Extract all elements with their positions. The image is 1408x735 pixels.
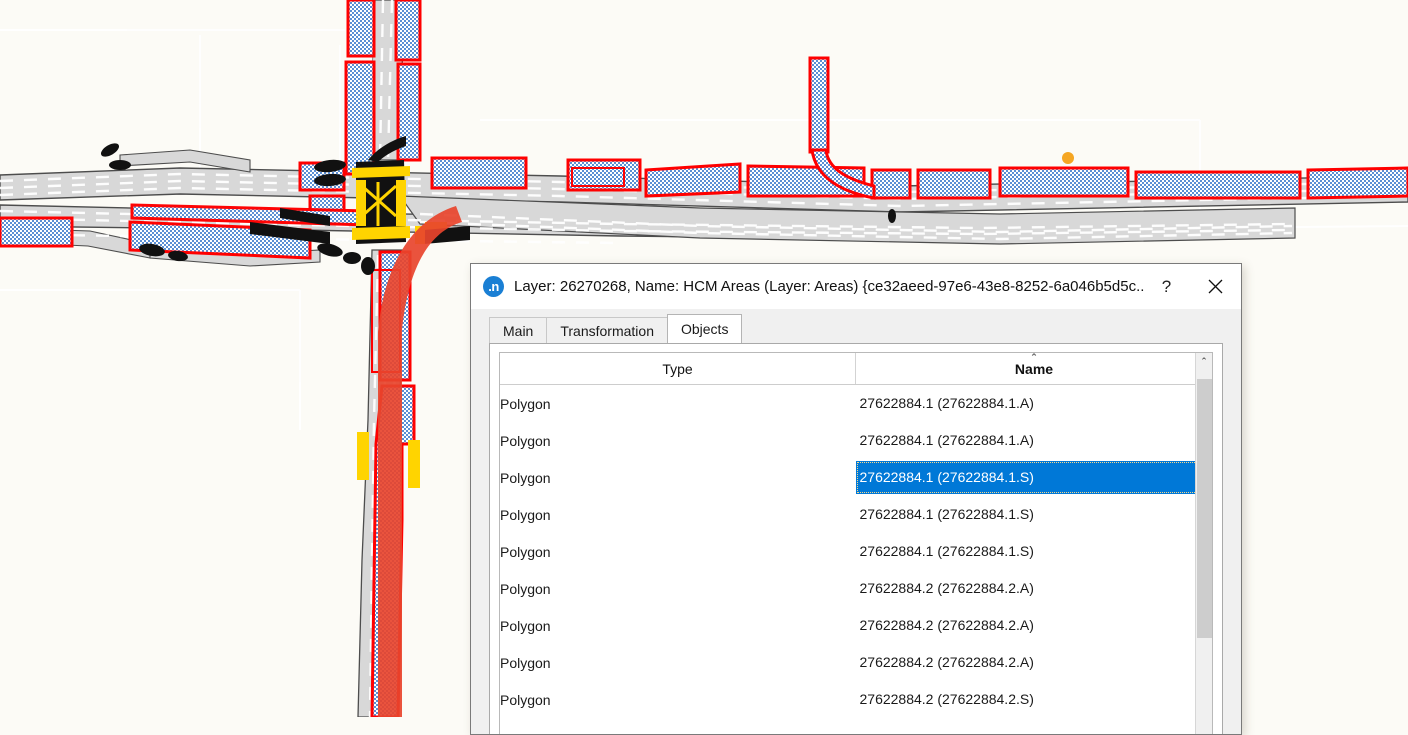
cell-type: Polygon (500, 533, 856, 570)
dialog-tabs[interactable]: Main Transformation Objects (489, 314, 1241, 343)
cell-name[interactable]: 27622884.2 (27622884.2.A) (856, 570, 1213, 607)
table-row-selected[interactable]: Polygon 27622884.1 (27622884.1.S) (500, 459, 1212, 496)
cell-name[interactable]: 27622884.1 (27622884.1.S) (856, 459, 1213, 496)
column-header-type[interactable]: Type (500, 353, 856, 385)
cell-type: Polygon (500, 422, 856, 459)
table-row[interactable]: Polygon 27622884.1 (27622884.1.S) (500, 496, 1212, 533)
dialog-title: Layer: 26270268, Name: HCM Areas (Layer:… (514, 278, 1144, 295)
app-n-icon: .n (483, 276, 504, 297)
table-row[interactable]: Polygon 27622884.1 (27622884.1.A) (500, 422, 1212, 459)
tab-transformation[interactable]: Transformation (546, 317, 668, 343)
cell-type: Polygon (500, 570, 856, 607)
scroll-up-button[interactable]: ⌃ (1196, 353, 1212, 370)
cell-name[interactable]: 27622884.2 (27622884.2.S) (856, 681, 1213, 718)
poi-marker-icon[interactable] (1062, 152, 1074, 164)
table-header-row: Type ⌃ Name (500, 353, 1212, 385)
cell-type: Polygon (500, 496, 856, 533)
tab-main[interactable]: Main (489, 317, 547, 343)
table-row[interactable]: Polygon 27622884.2 (27622884.2.A) (500, 607, 1212, 644)
help-button[interactable]: ? (1144, 265, 1189, 309)
column-header-name[interactable]: ⌃ Name (856, 353, 1213, 385)
cell-name[interactable]: 27622884.1 (27622884.1.A) (856, 385, 1213, 423)
cell-type: Polygon (500, 459, 856, 496)
table-row[interactable]: Polygon 27622884.2 (27622884.2.A) (500, 570, 1212, 607)
table-row[interactable]: Polygon 27622884.1 (27622884.1.S) (500, 533, 1212, 570)
cell-name[interactable]: 27622884.1 (27622884.1.A) (856, 422, 1213, 459)
objects-table[interactable]: Type ⌃ Name Polygon 27622884.1 (27622884… (500, 353, 1212, 718)
close-button[interactable] (1189, 265, 1241, 309)
table-row[interactable]: Polygon 27622884.1 (27622884.1.A) (500, 385, 1212, 423)
cell-type: Polygon (500, 607, 856, 644)
tab-objects[interactable]: Objects (667, 314, 742, 343)
cell-type: Polygon (500, 385, 856, 423)
close-icon (1208, 279, 1223, 294)
sort-ascending-icon: ⌃ (856, 354, 1212, 361)
cell-type: Polygon (500, 681, 856, 718)
dialog-titlebar[interactable]: .n Layer: 26270268, Name: HCM Areas (Lay… (471, 264, 1241, 309)
cell-name[interactable]: 27622884.2 (27622884.2.A) (856, 644, 1213, 681)
table-row[interactable]: Polygon 27622884.2 (27622884.2.S) (500, 681, 1212, 718)
objects-grid[interactable]: Type ⌃ Name Polygon 27622884.1 (27622884… (499, 352, 1213, 735)
object-properties-dialog[interactable]: .n Layer: 26270268, Name: HCM Areas (Lay… (470, 263, 1242, 735)
table-row[interactable]: Polygon 27622884.2 (27622884.2.A) (500, 644, 1212, 681)
objects-panel: Type ⌃ Name Polygon 27622884.1 (27622884… (489, 343, 1223, 735)
cell-name[interactable]: 27622884.1 (27622884.1.S) (856, 496, 1213, 533)
cell-name[interactable]: 27622884.2 (27622884.2.A) (856, 607, 1213, 644)
vertical-scrollbar[interactable]: ⌃ (1195, 353, 1212, 735)
cell-name[interactable]: 27622884.1 (27622884.1.S) (856, 533, 1213, 570)
column-header-name-label: Name (1015, 361, 1053, 377)
cell-type: Polygon (500, 644, 856, 681)
scrollbar-thumb[interactable] (1197, 379, 1212, 638)
